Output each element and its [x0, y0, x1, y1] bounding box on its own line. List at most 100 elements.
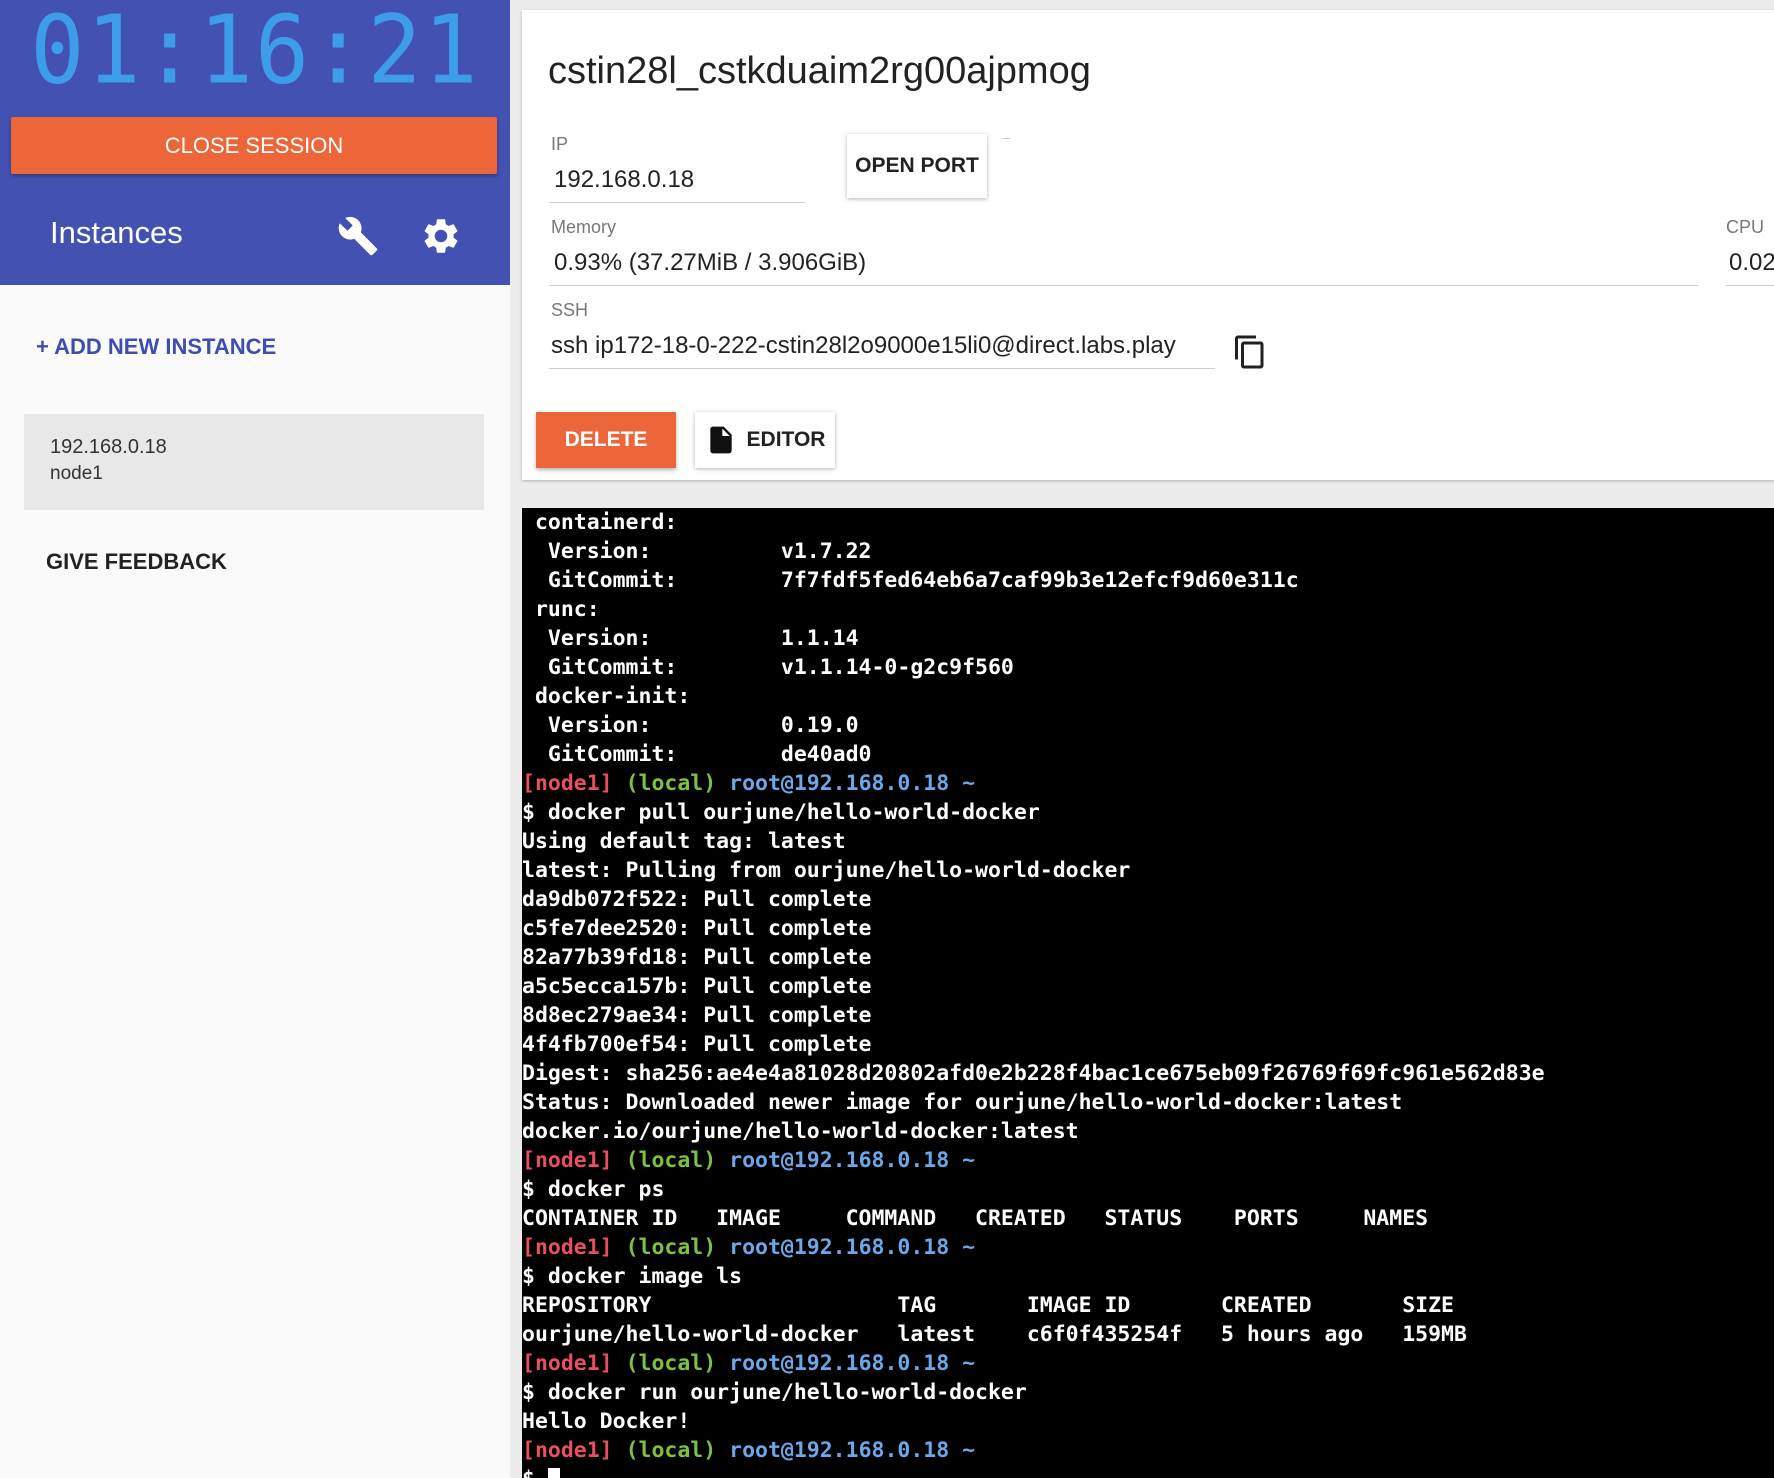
terminal-line-text: 4f4fb700ef54: Pull complete — [522, 1032, 872, 1057]
editor-label: EDITOR — [746, 428, 826, 451]
terminal-line: REPOSITORY TAG IMAGE ID CREATED SIZE — [522, 1291, 1545, 1320]
terminal-line: $ docker ps — [522, 1175, 1545, 1204]
prompt-location: (local) — [625, 1351, 717, 1376]
prompt-cwd: ~ — [962, 1351, 976, 1376]
terminal-line-text: Version: v1.7.22 — [522, 539, 872, 564]
terminal-line-text: a5c5ecca157b: Pull complete — [522, 974, 872, 999]
sidebar: 01:16:21 CLOSE SESSION Instances + ADD N… — [0, 0, 510, 1478]
memory-underline — [549, 285, 1698, 286]
terminal-line: GitCommit: de40ad0 — [522, 740, 1545, 769]
copy-icon[interactable] — [1232, 332, 1268, 372]
terminal-line-text: GitCommit: v1.1.14-0-g2c9f560 — [522, 655, 1014, 680]
terminal-line-text: $ — [522, 1467, 548, 1478]
terminal-line: $ docker image ls — [522, 1262, 1545, 1291]
delete-instance-button[interactable]: DELETE — [536, 412, 676, 468]
terminal-line-text: docker.io/ourjune/hello-world-docker:lat… — [522, 1119, 1079, 1144]
terminal-line-text: $ docker pull ourjune/hello-world-docker — [522, 800, 1040, 825]
terminal-line: Using default tag: latest — [522, 827, 1545, 856]
prompt-user-host: root@192.168.0.18 — [729, 1148, 950, 1173]
editor-button[interactable]: EDITOR — [695, 412, 835, 468]
settings-gear-icon[interactable] — [420, 215, 462, 257]
terminal-prompt: [node1] (local) root@192.168.0.18 ~ — [522, 1436, 1545, 1465]
terminal-line: Version: 0.19.0 — [522, 711, 1545, 740]
prompt-cwd: ~ — [962, 1235, 976, 1260]
prompt-node: [node1] — [522, 771, 613, 796]
terminal-line: 8d8ec279ae34: Pull complete — [522, 1001, 1545, 1030]
ssh-command-field[interactable]: ssh ip172-18-0-222-cstin28l2o9000e15li0@… — [551, 332, 1214, 360]
give-feedback-link[interactable]: GIVE FEEDBACK — [46, 549, 227, 575]
prompt-cwd: ~ — [962, 771, 976, 796]
terminal-line-text: Digest: sha256:ae4e4a81028d20802afd0e2b2… — [522, 1061, 1545, 1086]
cpu-underline — [1726, 285, 1774, 286]
ssh-label: SSH — [551, 300, 589, 320]
prompt-user-host: root@192.168.0.18 — [729, 1235, 950, 1260]
cpu-value: 0.02 — [1729, 249, 1774, 276]
prompt-user-host: root@192.168.0.18 — [729, 771, 950, 796]
terminal-line: Digest: sha256:ae4e4a81028d20802afd0e2b2… — [522, 1059, 1545, 1088]
terminal-line-text: runc: — [522, 597, 600, 622]
instance-title: cstin28l_cstkduaim2rg00ajpmog — [548, 50, 1091, 92]
terminal-line: 4f4fb700ef54: Pull complete — [522, 1030, 1545, 1059]
memory-value: 0.93% (37.27MiB / 3.906GiB) — [554, 249, 867, 276]
ssh-underline — [549, 368, 1215, 369]
prompt-user-host: root@192.168.0.18 — [729, 1351, 950, 1376]
terminal-line-text: $ docker image ls — [522, 1264, 743, 1289]
terminal-line-text: Version: 0.19.0 — [522, 713, 859, 738]
terminal-line-text: Hello Docker! — [522, 1409, 691, 1434]
terminal-line: Version: 1.1.14 — [522, 624, 1545, 653]
prompt-node: [node1] — [522, 1351, 613, 1376]
terminal-line: runc: — [522, 595, 1545, 624]
terminal-line: GitCommit: 7f7fdf5fed64eb6a7caf99b3e12ef… — [522, 566, 1545, 595]
terminal-line: docker.io/ourjune/hello-world-docker:lat… — [522, 1117, 1545, 1146]
prompt-node: [node1] — [522, 1438, 613, 1463]
instance-item-ip: 192.168.0.18 — [50, 436, 167, 458]
terminal[interactable]: containerd: Version: v1.7.22 GitCommit: … — [522, 508, 1774, 1478]
terminal-line-text: docker-init: — [522, 684, 691, 709]
terminal-line-text: 82a77b39fd18: Pull complete — [522, 945, 872, 970]
terminal-line-text: CONTAINER ID IMAGE COMMAND CREATED STATU… — [522, 1206, 1429, 1231]
prompt-node: [node1] — [522, 1148, 613, 1173]
close-session-button[interactable]: CLOSE SESSION — [11, 117, 497, 174]
terminal-prompt: [node1] (local) root@192.168.0.18 ~ — [522, 769, 1545, 798]
prompt-user-host: root@192.168.0.18 — [729, 1438, 950, 1463]
file-icon — [705, 422, 737, 458]
terminal-line-text: REPOSITORY TAG IMAGE ID CREATED SIZE — [522, 1293, 1454, 1318]
add-new-instance-button[interactable]: + ADD NEW INSTANCE — [36, 334, 276, 360]
terminal-line-text: GitCommit: de40ad0 — [522, 742, 872, 767]
terminal-line: da9db072f522: Pull complete — [522, 885, 1545, 914]
instance-list-item[interactable]: 192.168.0.18 node1 — [24, 414, 484, 510]
cpu-label: CPU — [1726, 217, 1765, 237]
terminal-line-text: Version: 1.1.14 — [522, 626, 859, 651]
prompt-node: [node1] — [522, 1235, 613, 1260]
terminal-line: latest: Pulling from ourjune/hello-world… — [522, 856, 1545, 885]
prompt-location: (local) — [625, 771, 717, 796]
terminal-prompt: [node1] (local) root@192.168.0.18 ~ — [522, 1233, 1545, 1262]
terminal-line-text: Using default tag: latest — [522, 829, 846, 854]
terminal-prompt: [node1] (local) root@192.168.0.18 ~ — [522, 1146, 1545, 1175]
wrench-icon[interactable] — [337, 215, 379, 257]
terminal-line-text: latest: Pulling from ourjune/hello-world… — [522, 858, 1131, 883]
terminal-line: containerd: — [522, 508, 1545, 537]
terminal-line: docker-init: — [522, 682, 1545, 711]
terminal-line: CONTAINER ID IMAGE COMMAND CREATED STATU… — [522, 1204, 1545, 1233]
terminal-line-text: ourjune/hello-world-docker latest c6f0f4… — [522, 1322, 1467, 1347]
open-port-button[interactable]: OPEN PORT — [847, 134, 987, 198]
prompt-location: (local) — [625, 1148, 717, 1173]
ip-value: 192.168.0.18 — [554, 166, 695, 193]
ip-label: IP — [551, 134, 569, 154]
port-field-underline — [1002, 138, 1010, 139]
terminal-line-text: containerd: — [522, 510, 678, 535]
instance-details-card: cstin28l_cstkduaim2rg00ajpmog IP 192.168… — [522, 10, 1774, 480]
memory-label: Memory — [551, 217, 617, 237]
terminal-cursor — [547, 1468, 560, 1478]
terminal-line: $ docker pull ourjune/hello-world-docker — [522, 798, 1545, 827]
terminal-line: 82a77b39fd18: Pull complete — [522, 943, 1545, 972]
sidebar-header: 01:16:21 CLOSE SESSION Instances — [0, 0, 510, 285]
terminal-line-text: 8d8ec279ae34: Pull complete — [522, 1003, 872, 1028]
terminal-line: Hello Docker! — [522, 1407, 1545, 1436]
terminal-line-text: $ docker run ourjune/hello-world-docker — [522, 1380, 1027, 1405]
session-timer: 01:16:21 — [30, 0, 480, 106]
ip-underline — [549, 202, 805, 203]
instances-title: Instances — [50, 215, 183, 250]
prompt-cwd: ~ — [962, 1438, 976, 1463]
